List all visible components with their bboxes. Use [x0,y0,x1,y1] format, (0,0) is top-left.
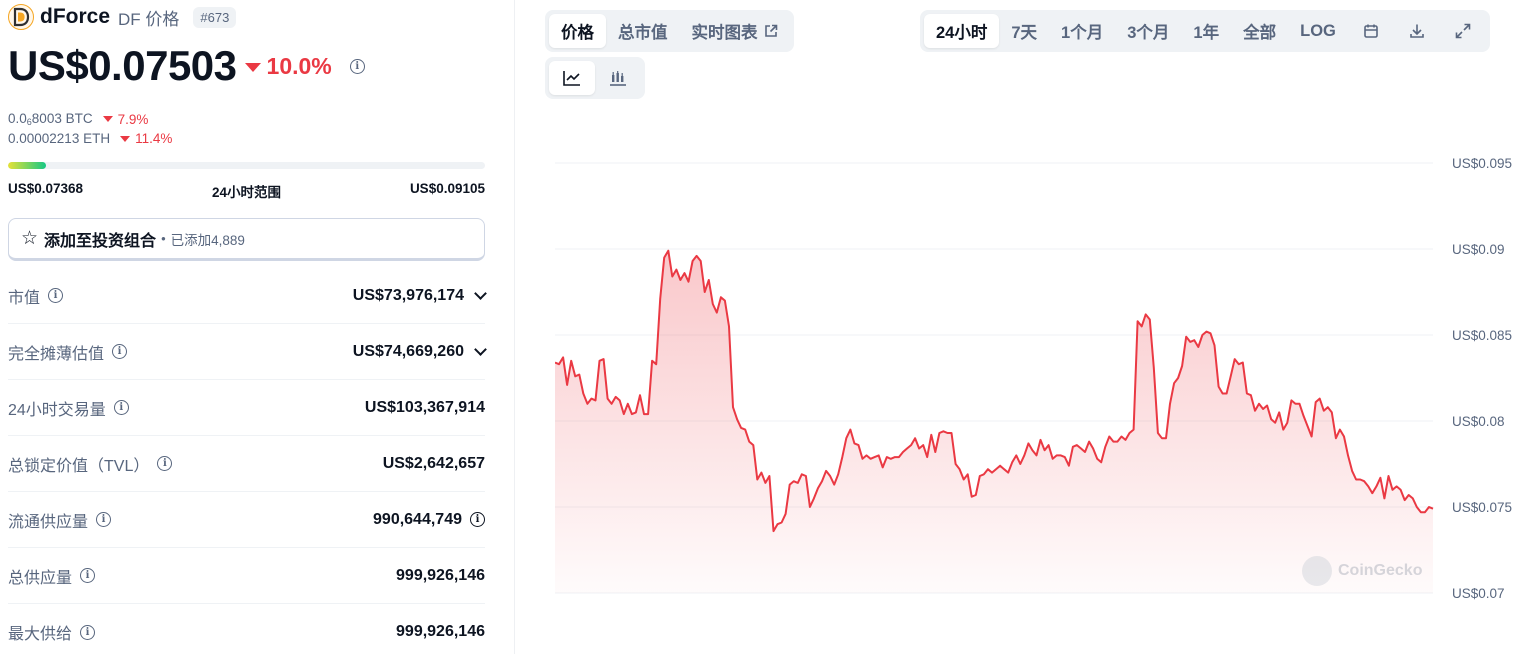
stat-label: 总供应量 i [8,564,96,588]
download-icon [1410,24,1424,38]
stat-label: 流通供应量 i [8,508,112,532]
eth-price: 0.00002213 ETH [8,131,111,146]
calendar-button[interactable] [1348,14,1394,48]
range-label: 24小时范围 [211,185,282,200]
separator-dot: • [161,231,166,246]
caret-down-icon [102,116,113,122]
y-tick-label: US$0.095 [1452,156,1512,171]
fullscreen-button[interactable] [1440,14,1486,48]
tab-market-cap[interactable]: 总市值 [606,14,680,48]
coin-name: dForce [40,5,111,28]
stat-row-fdv[interactable]: 完全摊薄估值 i US$74,669,260 [8,324,487,380]
stat-value: 999,926,146 [396,566,485,584]
time-range-tabs: 24小时 7天 1个月 3个月 1年 全部 LOG [920,10,1490,52]
range-low: US$0.07368 [8,181,84,196]
chart-style-tabs [545,57,645,99]
stat-value: US$103,367,914 [364,398,485,416]
external-link-icon [764,24,777,37]
btc-change: 7.9% [102,112,148,127]
24h-range-bar [8,162,485,169]
y-tick-label: US$0.09 [1452,242,1505,257]
line-chart-tab[interactable] [549,61,595,95]
portfolio-added-count: 已添加4,889 [170,232,245,248]
info-icon[interactable]: i [96,512,112,527]
stat-row-market-cap[interactable]: 市值 i US$73,976,174 [8,268,487,324]
stats-table: 市值 i US$73,976,174 完全摊薄估值 i US$74,669,260 … [8,268,487,654]
y-tick-label: US$0.075 [1452,500,1512,515]
fullscreen-icon [1455,23,1471,39]
price-area-fill [555,250,1433,593]
stat-row-max-supply: 最大供给 i 999,926,146 [8,604,485,654]
tab-live-chart[interactable]: 实时图表 [680,14,790,48]
add-to-portfolio-button[interactable]: ☆ 添加至投资组合 • 已添加4,889 [8,218,485,261]
range-high: US$0.09105 [409,181,485,196]
info-icon[interactable]: i [470,512,485,527]
calendar-icon [1364,24,1378,38]
tab-all[interactable]: 全部 [1231,14,1288,48]
coin-overview-panel: dForce DF 价格 #673 US$0.07503 10.0% i 0.0… [0,0,515,654]
info-icon[interactable]: i [157,456,173,471]
stat-row-total-supply: 总供应量 i 999,926,146 [8,548,485,604]
download-button[interactable] [1394,14,1440,48]
dforce-logo [8,4,34,30]
stat-label: 最大供给 i [8,620,96,644]
stat-label: 完全摊薄估值 i [8,340,128,364]
candlestick-tab[interactable] [595,61,641,95]
chevron-down-icon[interactable] [474,286,487,300]
stat-row-circulating-supply: 流通供应量 i 990,644,749 i [8,492,485,548]
stat-value: 999,926,146 [396,623,485,640]
star-icon: ☆ [21,228,39,249]
line-chart-icon [563,71,580,86]
coingecko-watermark: CoinGecko [1302,556,1422,586]
info-icon[interactable]: i [80,568,96,583]
info-icon[interactable]: i [48,288,64,303]
btc-price-row: 0.068003 BTC 7.9% [8,111,148,127]
current-price: US$0.07503 [8,42,237,89]
eth-change: 11.4% [120,131,172,146]
info-icon[interactable]: i [80,624,96,640]
rank-badge: #673 [193,6,237,28]
tab-1m[interactable]: 1个月 [1049,14,1115,48]
tab-24h[interactable]: 24小时 [924,14,1000,48]
caret-down-icon [120,135,131,142]
caret-down-icon [244,62,261,72]
price-change: 10.0% [244,53,332,80]
info-icon[interactable]: i [113,400,129,415]
24h-range-labels: US$0.07368 24小时范围 US$0.09105 [8,181,485,201]
candlestick-icon [610,71,626,86]
info-icon[interactable]: i [112,344,128,359]
eth-price-row: 0.00002213 ETH 11.4% [8,131,172,146]
tab-log[interactable]: LOG [1288,14,1348,48]
tab-1y[interactable]: 1年 [1181,14,1231,48]
stat-label: 市值 i [8,284,64,308]
price-row: US$0.07503 10.0% i [8,42,365,90]
stat-value: US$2,642,657 [382,454,485,472]
stat-row-tvl: 总锁定价值（TVL） i US$2,642,657 [8,436,485,492]
y-tick-label: US$0.07 [1452,586,1505,601]
tab-3m[interactable]: 3个月 [1115,14,1181,48]
stat-value: 990,644,749 i [373,511,485,529]
info-icon[interactable]: i [349,58,365,74]
btc-price: 0.068003 BTC [8,111,93,127]
chevron-down-icon[interactable] [474,342,487,356]
coingecko-logo-icon [1302,556,1332,586]
tab-price[interactable]: 价格 [549,14,606,48]
coin-symbol: DF 价格 [118,9,180,29]
y-tick-label: US$0.08 [1452,414,1505,429]
coin-header: dForce DF 价格 #673 [8,4,237,30]
stat-label: 24小时交易量 i [8,396,129,420]
stat-value: US$74,669,260 [353,342,487,361]
portfolio-label: 添加至投资组合 [44,232,157,250]
stat-row-24h-volume: 24小时交易量 i US$103,367,914 [8,380,485,436]
range-bar-fill [8,162,47,169]
chart-type-tabs: 价格 总市值 实时图表 [545,10,794,52]
stat-label: 总锁定价值（TVL） i [8,452,173,476]
stat-value: US$73,976,174 [353,286,487,305]
y-tick-label: US$0.085 [1452,328,1512,343]
tab-7d[interactable]: 7天 [999,14,1049,48]
